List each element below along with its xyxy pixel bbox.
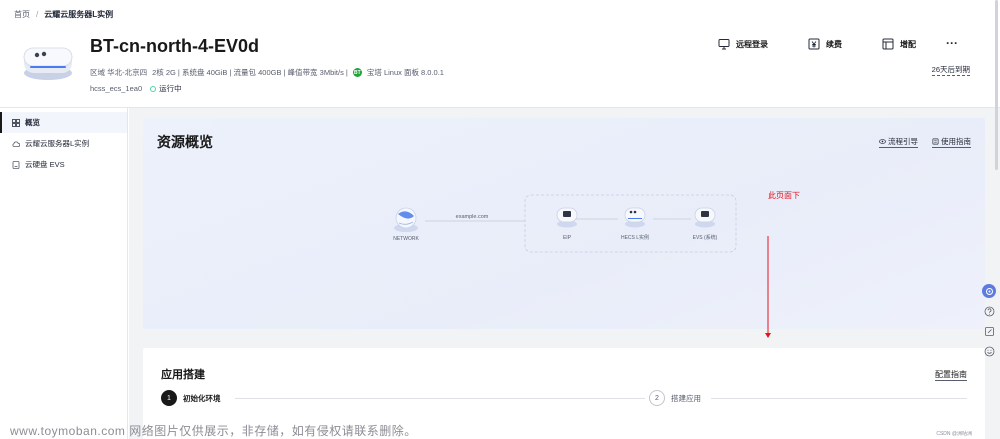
domain-label: example.com <box>456 214 489 220</box>
disk-icon <box>12 160 20 169</box>
upgrade-icon <box>882 38 894 50</box>
annotation-text: 此页面下 <box>768 191 800 200</box>
breadcrumb: 首页 / 云耀云服务器L实例 <box>14 9 113 20</box>
yuan-icon <box>808 38 820 50</box>
csdn-watermark: CSDN @洲咕洲 <box>936 431 972 437</box>
step-label: 搭建应用 <box>671 393 701 403</box>
breadcrumb-home[interactable]: 首页 <box>14 9 30 20</box>
cloud-icon <box>12 140 20 147</box>
step-number: 1 <box>161 390 177 406</box>
bt-panel-icon: BT <box>352 68 362 77</box>
step-build-app[interactable]: 2 搭建应用 <box>649 390 701 406</box>
instance-header: BT-cn-north-4-EV0d 区域 华北-北京四 2核 2G | 系统盘… <box>0 24 1000 108</box>
edit-icon <box>984 326 994 336</box>
satisfaction-button[interactable] <box>982 344 996 358</box>
status-badge: 运行中 <box>150 83 182 94</box>
upgrade-button[interactable]: 增配 <box>882 38 916 50</box>
smile-icon <box>984 346 994 356</box>
panel-text: 宝塔 Linux 面板 8.0.0.1 <box>366 68 444 77</box>
header-actions: 远程登录 续费 增配 <box>718 38 916 50</box>
instance-meta: hcss_ecs_1ea0 运行中 <box>90 83 182 94</box>
step-label: 初始化环境 <box>183 393 221 403</box>
evs-label: EVS (系统) <box>693 234 718 241</box>
help-button[interactable] <box>982 304 996 318</box>
status-text: 运行中 <box>159 84 182 93</box>
network-label: NETWORK <box>393 236 419 242</box>
breadcrumb-separator: / <box>36 10 39 19</box>
upgrade-label: 增配 <box>900 39 916 49</box>
assistant-icon <box>985 287 993 295</box>
sidebar-item-instance[interactable]: 云耀云服务器L实例 <box>0 133 127 154</box>
step-init-env[interactable]: 1 初始化环境 <box>161 390 221 406</box>
assistant-button[interactable] <box>982 284 996 298</box>
sidebar: 概览 云耀云服务器L实例 云硬盘 EVS <box>0 108 128 439</box>
breadcrumb-current: 云耀云服务器L实例 <box>44 10 114 19</box>
topology-diagram: NETWORK example.com EIP HECS L实例 EVS (系统… <box>393 194 769 328</box>
evs-icon <box>694 207 716 228</box>
hecs-icon <box>624 207 646 228</box>
resource-overview-card: 资源概览 流程引导 使用指南 NETWORK example.com EIP H… <box>143 118 985 329</box>
sidebar-item-overview[interactable]: 概览 <box>0 112 127 133</box>
feedback-button[interactable] <box>982 324 996 338</box>
setup-steps: 1 初始化环境 2 搭建应用 <box>161 390 967 410</box>
renew-label: 续费 <box>826 39 842 49</box>
region-text: 区域 华北-北京四 <box>90 68 148 77</box>
specs-text: 2核 2G | 系统盘 40GiB | 流量包 400GB | 峰值带宽 3Mb… <box>152 68 348 77</box>
annotation-arrowhead <box>765 327 771 338</box>
instance-specs: 区域 华北-北京四 2核 2G | 系统盘 40GiB | 流量包 400GB … <box>90 67 444 78</box>
eip-icon <box>556 207 578 228</box>
expiry-text[interactable]: 26天后到期 <box>931 64 970 76</box>
sidebar-item-label: 云硬盘 EVS <box>25 160 65 169</box>
grid-icon <box>12 118 20 127</box>
instance-title: BT-cn-north-4-EV0d <box>90 36 259 56</box>
eip-label: EIP <box>563 235 572 241</box>
page-scrollbar[interactable] <box>995 0 998 170</box>
monitor-icon <box>718 39 730 50</box>
remote-login-label: 远程登录 <box>736 39 768 49</box>
sidebar-item-label: 云耀云服务器L实例 <box>25 139 90 148</box>
step-connector <box>235 398 645 399</box>
floating-toolbar <box>980 284 998 358</box>
watermark-text: www.toymoban.com 网络图片仅供展示，非存储，如有侵权请联系删除。 <box>10 424 417 438</box>
step-connector <box>711 398 967 399</box>
status-dot-icon <box>150 85 157 92</box>
app-setup-title: 应用搭建 <box>161 369 205 381</box>
instance-id: hcss_ecs_1ea0 <box>90 84 143 93</box>
config-guide-link[interactable]: 配置指南 <box>935 369 967 381</box>
hecs-label: HECS L实例 <box>621 234 649 241</box>
sidebar-item-evs[interactable]: 云硬盘 EVS <box>0 154 127 175</box>
sidebar-item-label: 概览 <box>25 118 40 127</box>
more-actions-button[interactable]: ··· <box>946 36 958 50</box>
server-icon <box>22 40 74 82</box>
help-icon <box>984 306 994 316</box>
network-icon <box>394 207 418 232</box>
renew-button[interactable]: 续费 <box>808 38 842 50</box>
remote-login-button[interactable]: 远程登录 <box>718 38 768 50</box>
step-number: 2 <box>649 390 665 406</box>
main-content: 资源概览 流程引导 使用指南 NETWORK example.com EIP H… <box>129 108 1000 439</box>
